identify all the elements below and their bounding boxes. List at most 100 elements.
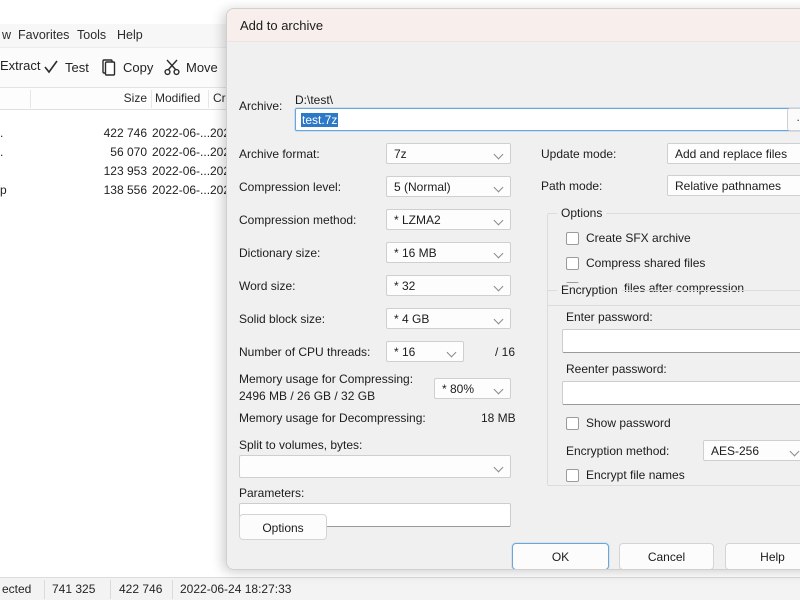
- memory-decompress-label: Memory usage for Decompressing:: [239, 411, 426, 425]
- extract-label: Extract: [0, 58, 41, 73]
- dialog-body: Archive: D:\test\ test.7z ... Archive fo…: [227, 42, 800, 569]
- checkbox-box: [566, 469, 579, 482]
- test-label: Test: [65, 59, 89, 75]
- compression-method-label: Compression method:: [239, 213, 357, 227]
- cell-size: 422 746: [103, 126, 147, 140]
- chevron-down-icon: [495, 386, 503, 391]
- enter-password-input[interactable]: [562, 329, 800, 353]
- cell-size: 123 953: [103, 164, 147, 178]
- toolbar-button-move[interactable]: Move: [163, 58, 218, 76]
- cancel-button[interactable]: Cancel: [619, 543, 714, 569]
- cell-name: .: [0, 145, 4, 159]
- update-mode-value: Add and replace files: [675, 147, 788, 161]
- memory-decompress-value: 18 MB: [481, 411, 516, 425]
- archive-path-text: D:\test\: [295, 93, 334, 107]
- chevron-down-icon: [495, 151, 503, 156]
- dialog-title-bar: Add to archive: [227, 9, 800, 42]
- copy-label: Copy: [123, 59, 154, 75]
- help-button[interactable]: Help: [725, 543, 800, 569]
- compression-method-value: * LZMA2: [394, 213, 441, 227]
- column-divider[interactable]: [30, 90, 31, 108]
- cpu-threads-value: * 16: [394, 345, 416, 359]
- chevron-down-icon: [448, 349, 456, 354]
- word-size-value: * 32: [394, 279, 416, 293]
- encrypt-file-names-label: Encrypt file names: [586, 468, 685, 482]
- copy-icon: [100, 58, 118, 76]
- menu-item-favorites[interactable]: Favorites: [18, 28, 69, 42]
- status-selected-size: 422 746: [119, 582, 163, 596]
- path-mode-label: Path mode:: [541, 179, 603, 193]
- cell-modified: 2022-06-...: [152, 164, 211, 178]
- compression-level-select[interactable]: 5 (Normal): [386, 176, 511, 197]
- word-size-select[interactable]: * 32: [386, 275, 511, 296]
- column-divider[interactable]: [151, 90, 152, 108]
- chevron-down-icon: [495, 184, 503, 189]
- chevron-down-icon: [495, 283, 503, 288]
- path-mode-value: Relative pathnames: [675, 179, 782, 193]
- memory-compress-label: Memory usage for Compressing:: [239, 372, 414, 386]
- cell-size: 138 556: [103, 183, 147, 197]
- dictionary-size-value: * 16 MB: [394, 246, 437, 260]
- scissors-icon: [163, 58, 181, 76]
- check-icon: [42, 58, 60, 76]
- compression-method-select[interactable]: * LZMA2: [386, 209, 511, 230]
- reenter-password-input[interactable]: [562, 381, 800, 405]
- chevron-down-icon: [791, 448, 799, 453]
- column-header-modified[interactable]: Modified: [155, 91, 203, 105]
- show-password-label: Show password: [586, 416, 671, 430]
- cpu-threads-label: Number of CPU threads:: [239, 345, 371, 359]
- solid-block-size-select[interactable]: * 4 GB: [386, 308, 511, 329]
- menu-item-tools[interactable]: Tools: [77, 28, 106, 42]
- menu-item-view[interactable]: w: [2, 28, 11, 42]
- memory-usage-select[interactable]: * 80%: [434, 378, 511, 399]
- cell-modified: 2022-06-...: [152, 183, 211, 197]
- cell-modified: 2022-06-...: [152, 145, 211, 159]
- chevron-down-icon: [495, 316, 503, 321]
- archive-name-value: test.7z: [301, 113, 339, 127]
- compression-level-label: Compression level:: [239, 180, 342, 194]
- toolbar-button-copy[interactable]: Copy: [100, 58, 153, 76]
- encryption-group-title: Encryption: [557, 283, 622, 297]
- encryption-method-select[interactable]: AES-256: [703, 440, 800, 461]
- create-sfx-archive-label: Create SFX archive: [586, 231, 691, 245]
- archive-format-label: Archive format:: [239, 147, 320, 161]
- status-selection: ected: [2, 582, 32, 596]
- update-mode-label: Update mode:: [541, 147, 617, 161]
- toolbar-button-test[interactable]: Test: [42, 58, 89, 76]
- browse-button[interactable]: ...: [787, 108, 800, 131]
- memory-usage-value: * 80%: [442, 382, 475, 396]
- status-total-size: 741 325: [52, 582, 96, 596]
- encryption-method-label: Encryption method:: [566, 444, 670, 458]
- checkbox-box: [566, 232, 579, 245]
- cpu-threads-max: / 16: [495, 345, 516, 359]
- column-divider[interactable]: [208, 90, 209, 108]
- parameters-label: Parameters:: [239, 486, 305, 500]
- toolbar-button-extract[interactable]: Extract: [0, 58, 40, 73]
- compression-level-value: 5 (Normal): [394, 180, 451, 194]
- dictionary-size-select[interactable]: * 16 MB: [386, 242, 511, 263]
- archive-format-select[interactable]: 7z: [386, 143, 511, 164]
- encryption-method-value: AES-256: [711, 444, 760, 458]
- cell-size: 56 070: [110, 145, 147, 159]
- dialog-title: Add to archive: [240, 18, 324, 33]
- split-volumes-input[interactable]: [239, 455, 511, 478]
- path-mode-select[interactable]: Relative pathnames: [667, 175, 800, 196]
- compress-shared-files-label: Compress shared files: [586, 256, 706, 270]
- archive-name-input[interactable]: test.7z: [295, 108, 800, 131]
- checkbox-box: [566, 257, 579, 270]
- ok-button[interactable]: OK: [512, 543, 609, 569]
- column-header-size[interactable]: Size: [107, 91, 147, 105]
- options-group-title: Options: [557, 206, 607, 220]
- chevron-down-icon: [495, 217, 503, 222]
- cell-name: p: [0, 183, 7, 197]
- word-size-label: Word size:: [239, 279, 296, 293]
- menu-item-help[interactable]: Help: [117, 28, 143, 42]
- dictionary-size-label: Dictionary size:: [239, 246, 321, 260]
- cell-modified: 2022-06-...: [152, 126, 211, 140]
- add-to-archive-dialog: Add to archive Archive: D:\test\ test.7z…: [226, 8, 800, 570]
- options-button[interactable]: Options: [239, 514, 327, 540]
- archive-format-value: 7z: [394, 147, 407, 161]
- cpu-threads-select[interactable]: * 16: [386, 341, 464, 362]
- chevron-down-icon: [495, 250, 503, 255]
- update-mode-select[interactable]: Add and replace files: [667, 143, 800, 164]
